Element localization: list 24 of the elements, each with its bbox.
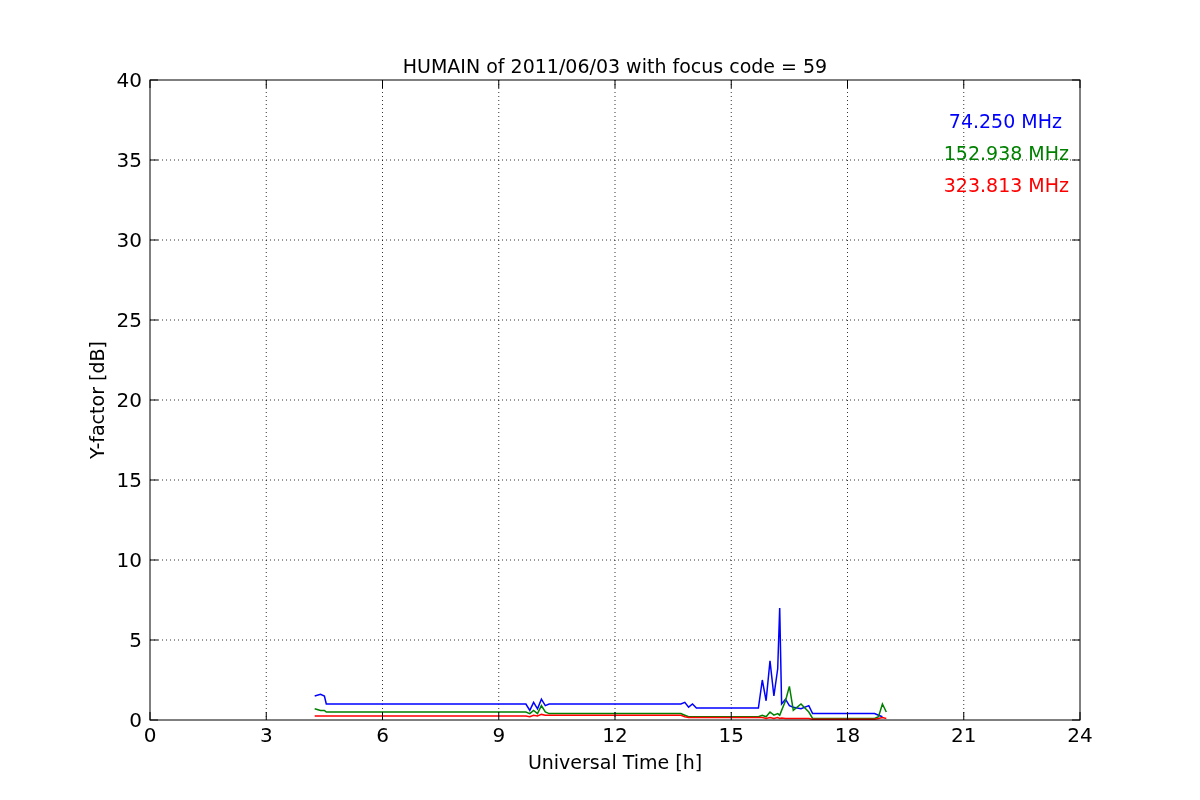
- x-tick-label: 12: [602, 723, 628, 747]
- x-tick-label: 3: [259, 723, 273, 747]
- y-tick-label: 20: [116, 388, 142, 412]
- x-tick-label: 24: [1067, 723, 1093, 747]
- y-tick-label: 30: [116, 228, 142, 252]
- x-tick-label: 21: [951, 723, 977, 747]
- y-axis-label: Y-factor [dB]: [86, 341, 108, 459]
- y-tick-label: 0: [129, 708, 142, 732]
- y-tick-label: 10: [116, 548, 142, 572]
- legend-label: 323.813 MHz: [943, 174, 1069, 196]
- y-tick-label: 40: [116, 68, 142, 92]
- y-tick-label: 5: [129, 628, 142, 652]
- x-tick-label: 18: [834, 723, 861, 747]
- x-tick-label: 15: [718, 723, 744, 747]
- x-tick-label: 9: [492, 723, 506, 747]
- legend-label: 74.250 MHz: [948, 110, 1062, 132]
- x-axis-label: Universal Time [h]: [527, 751, 703, 773]
- legend-label: 152.938 MHz: [943, 142, 1069, 164]
- y-tick-label: 35: [116, 148, 142, 172]
- x-tick-label: 0: [143, 723, 157, 747]
- x-tick-label: 6: [376, 723, 389, 747]
- y-tick-label: 25: [116, 308, 142, 332]
- y-tick-label: 15: [116, 468, 142, 492]
- chart-title: HUMAIN of 2011/06/03 with focus code = 59: [402, 55, 828, 77]
